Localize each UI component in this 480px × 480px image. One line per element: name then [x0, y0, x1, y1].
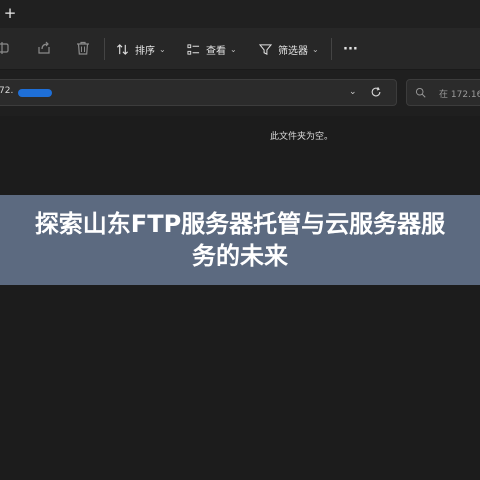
filter-label: 筛选器 — [278, 45, 308, 57]
address-dropdown-icon[interactable]: ⌄ — [349, 87, 357, 97]
toolbar-divider — [104, 38, 105, 60]
sort-button[interactable]: 排序 ⌄ — [116, 39, 166, 59]
address-path: 72. — [0, 86, 14, 96]
banner-title: 探索山东FTP服务器托管与云服务器服务的未来 — [34, 210, 446, 270]
sort-icon — [116, 43, 129, 55]
search-placeholder: 在 172.16 — [439, 90, 480, 100]
overlay-banner: 探索山东FTP服务器托管与云服务器服务的未来 — [0, 195, 480, 285]
more-options-button[interactable]: ··· — [343, 39, 358, 59]
filter-button[interactable]: 筛选器 ⌄ — [259, 39, 319, 59]
sort-label: 排序 — [135, 45, 155, 57]
command-bar: 排序 ⌄ 查看 ⌄ 筛选器 ⌄ ··· — [0, 28, 480, 70]
delete-icon[interactable] — [75, 40, 91, 56]
chevron-down-icon: ⌄ — [230, 44, 237, 54]
address-bar[interactable]: 72. ⌄ — [0, 79, 397, 106]
title-bar: + — [0, 0, 480, 28]
new-tab-button[interactable]: + — [2, 4, 18, 22]
share-icon[interactable] — [36, 40, 52, 56]
toolbar-divider — [331, 38, 332, 60]
view-button[interactable]: 查看 ⌄ — [187, 39, 237, 59]
chevron-down-icon: ⌄ — [159, 44, 166, 54]
view-label: 查看 — [206, 45, 226, 57]
filter-icon — [259, 43, 272, 55]
refresh-icon[interactable] — [370, 86, 382, 98]
search-box[interactable]: 在 172.16 — [406, 79, 480, 106]
address-row: 72. ⌄ 在 172.16 — [0, 70, 480, 116]
redaction-mark — [18, 89, 52, 97]
rename-icon[interactable] — [0, 40, 10, 56]
chevron-down-icon: ⌄ — [312, 44, 319, 54]
empty-folder-message: 此文件夹为空。 — [270, 132, 334, 142]
view-icon — [187, 43, 200, 55]
search-icon — [415, 87, 426, 98]
